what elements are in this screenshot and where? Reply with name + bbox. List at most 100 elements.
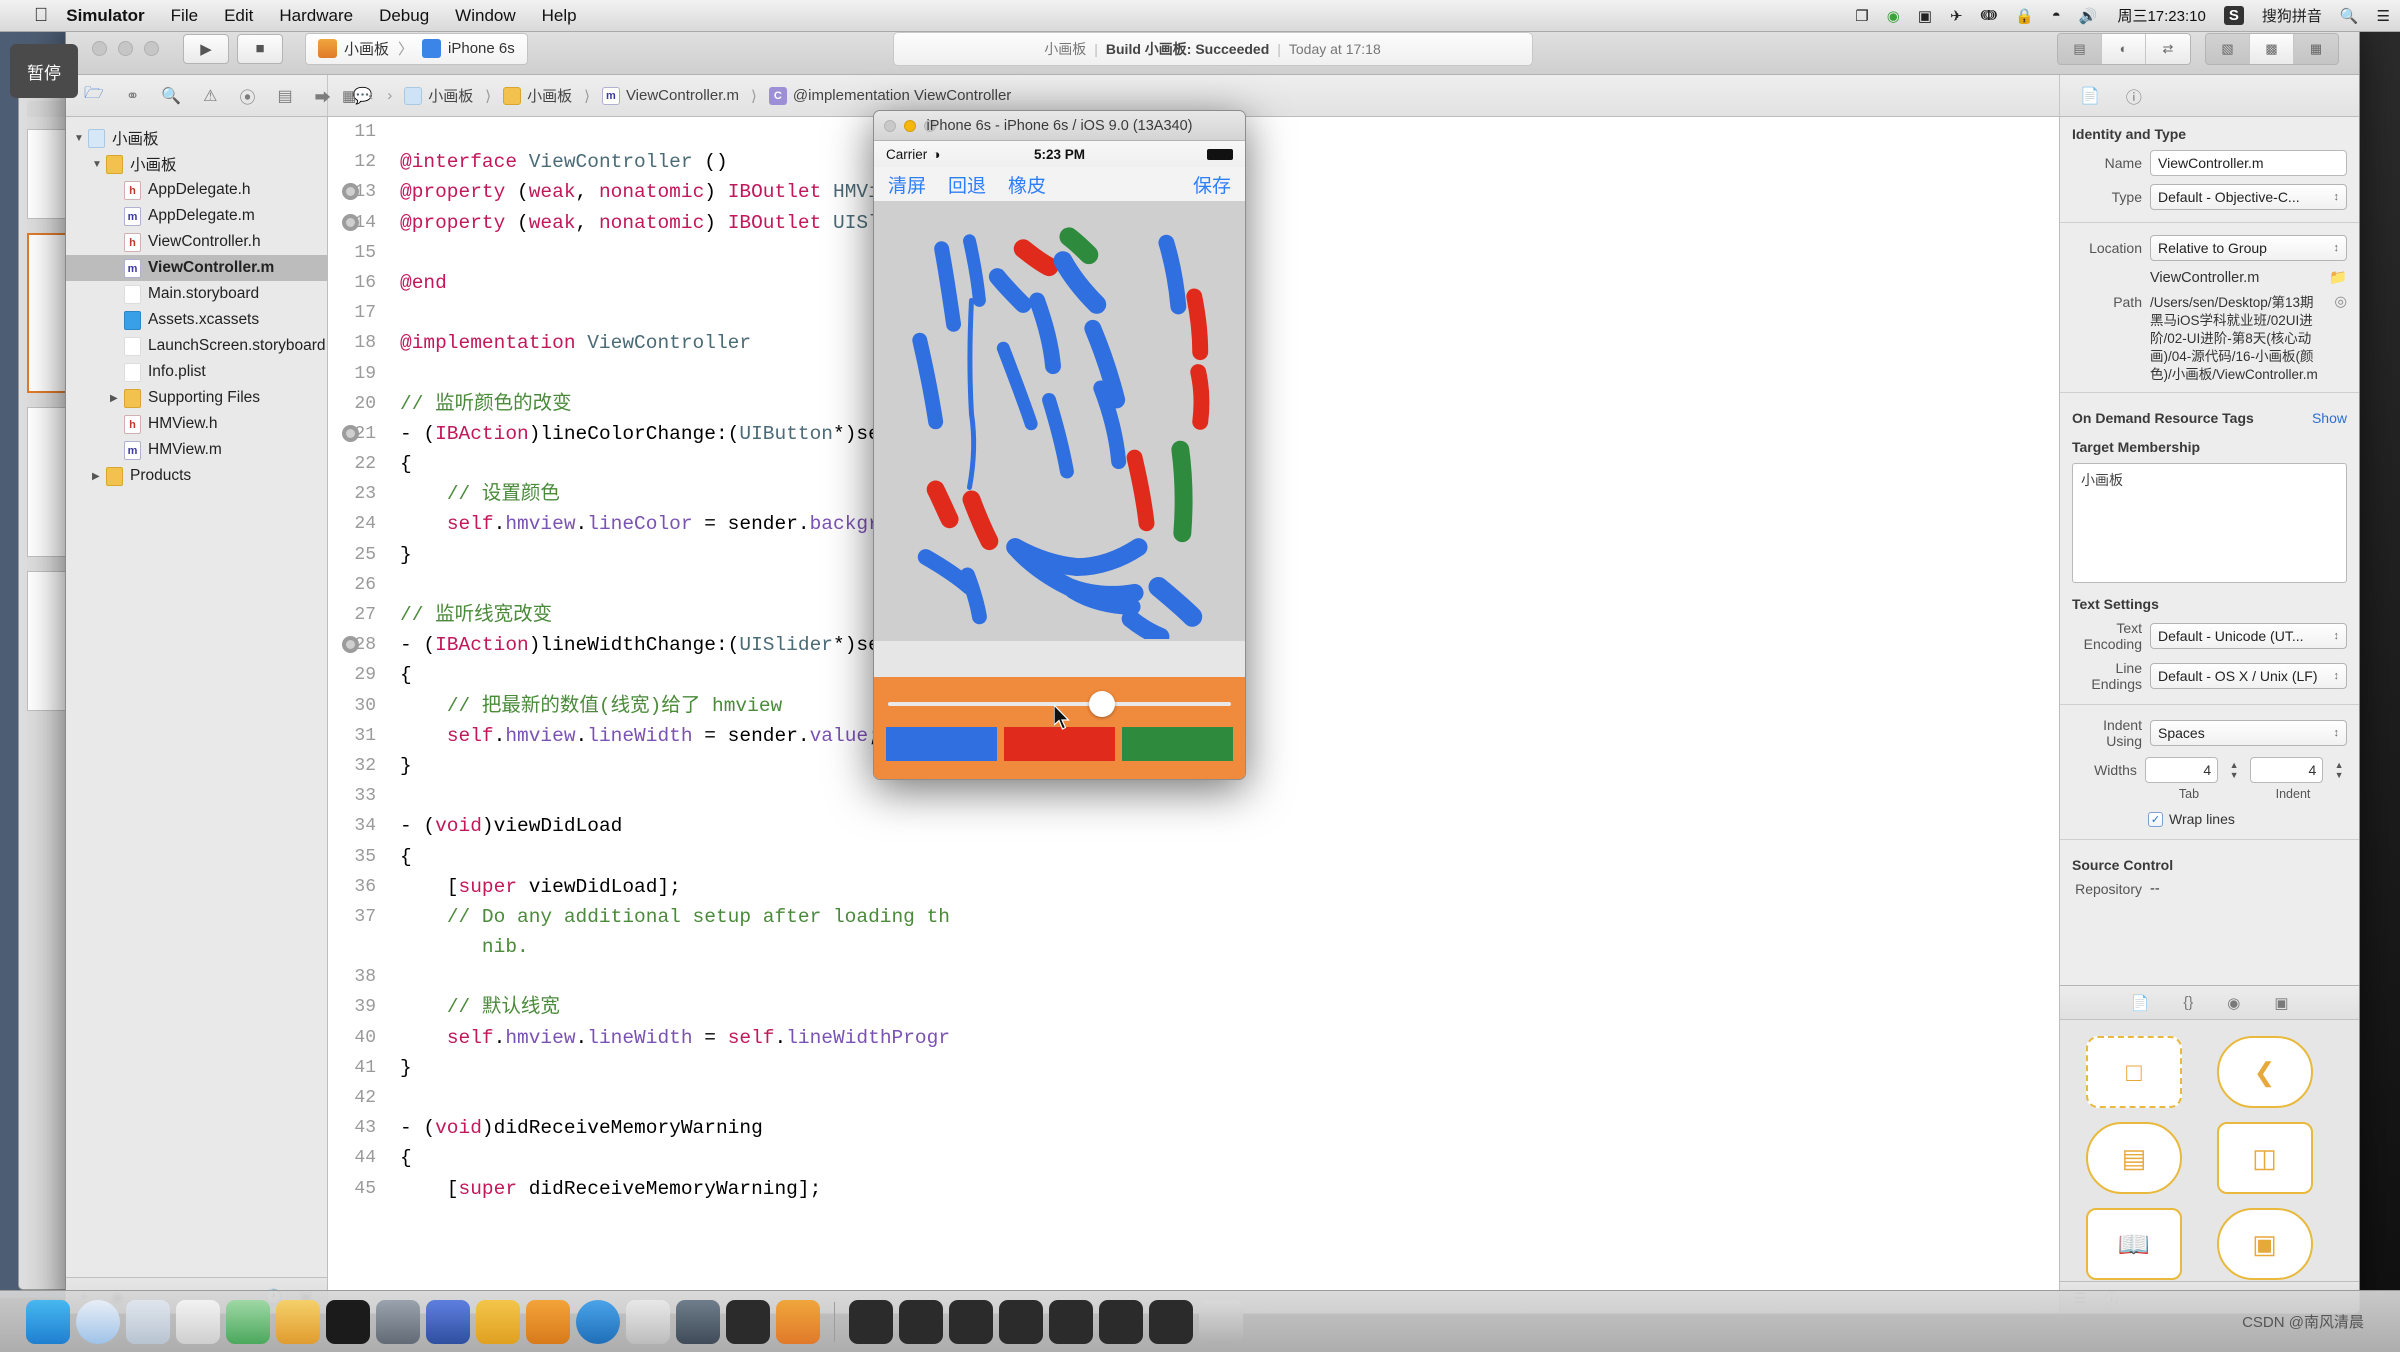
record-green-icon[interactable]: ◉ <box>1887 7 1900 25</box>
screen-7-icon[interactable] <box>1149 1299 1193 1344</box>
code-line[interactable]: 39 // 默认线宽 <box>328 992 2059 1022</box>
code-line-text[interactable]: @implementation ViewController <box>390 328 751 358</box>
code-line-text[interactable]: // 监听颜色的改变 <box>390 389 572 419</box>
code-line-text[interactable]: @end <box>390 268 447 298</box>
code-line[interactable]: 42 <box>328 1083 2059 1113</box>
file-inspector-panel[interactable]: Identity and Type Name ViewController.m … <box>2059 117 2359 1313</box>
code-line-text[interactable]: self.hmview.lineColor = sender.backgroun… <box>390 509 950 539</box>
safari-icon[interactable] <box>76 1299 120 1344</box>
lock-icon[interactable]: 🔒 <box>2015 7 2034 25</box>
screen-3-icon[interactable] <box>949 1299 993 1344</box>
mac-dock[interactable]: CSDN @南风清晨 <box>0 1290 2400 1352</box>
breadcrumb-project[interactable]: 小画板 <box>404 85 473 106</box>
pause-overlay-badge[interactable]: 暂停 <box>10 44 78 98</box>
breadcrumb-symbol[interactable]: C @implementation ViewController <box>768 86 1011 105</box>
file-name-row[interactable]: Name ViewController.m <box>2060 146 2359 180</box>
code-line-text[interactable]: - (IBAction)lineColorChange:(UIButton*)s… <box>390 419 927 449</box>
display-icon[interactable] <box>726 1299 770 1344</box>
trash-icon[interactable] <box>1199 1299 1243 1344</box>
slider-knob[interactable] <box>1088 691 1115 717</box>
input-method-badge[interactable]: S <box>2223 6 2244 25</box>
network-icon[interactable] <box>676 1299 720 1344</box>
ios-app-toolbar[interactable]: 清屏 回退 橡皮 保存 <box>874 167 1245 201</box>
code-line-text[interactable]: self.hmview.lineWidth = sender.value; <box>390 721 880 751</box>
line-endings-row[interactable]: Line Endings Default - OS X / Unix (LF) … <box>2060 656 2359 696</box>
disclosure-open-icon[interactable]: ▼ <box>92 159 106 170</box>
file-tree-item[interactable]: LaunchScreen.storyboard <box>66 333 327 359</box>
project-navigator[interactable]: ▼ 小画板 ▼ 小画板 h AppDelegate.h m AppDelegate.m h Vie… <box>66 117 328 1313</box>
screen-1-icon[interactable] <box>849 1299 893 1344</box>
zoom-button[interactable] <box>144 41 159 56</box>
form-icon[interactable]: ◫ <box>2216 1122 2313 1194</box>
code-line-text[interactable]: - (void)viewDidLoad <box>390 811 622 841</box>
simulator-icon[interactable] <box>776 1299 820 1344</box>
file-tree-item[interactable]: Main.storyboard <box>66 281 327 307</box>
notes-icon[interactable] <box>226 1299 270 1344</box>
mac-menu-bar[interactable]:  Simulator File Edit Hardware Debug Win… <box>0 0 2400 32</box>
indent-width-stepper[interactable]: ▲ ▼ <box>2331 757 2347 783</box>
code-line-text[interactable]: } <box>390 751 412 781</box>
panel-icon[interactable]: ▣ <box>2216 1208 2313 1280</box>
file-location-row[interactable]: Location Relative to Group ↕ <box>2060 231 2359 265</box>
code-line-text[interactable]: self.hmview.lineWidth = self.lineWidthPr… <box>390 1023 950 1053</box>
file-tree-item[interactable]: Info.plist <box>66 359 327 385</box>
blue-swatch[interactable] <box>886 727 997 761</box>
ios-simulator-window[interactable]: iPhone 6s - iPhone 6s / iOS 9.0 (13A340)… <box>873 110 1246 780</box>
code-line[interactable]: 36 [super viewDidLoad]; <box>328 872 2059 902</box>
clear-screen-button[interactable]: 清屏 <box>888 171 926 198</box>
library-panel[interactable]: 📄 {} ◉ ▣ □ ❮ ▤ ◫ 📖 ▣ ◯ ☰ ⓘ <box>2060 985 2359 1313</box>
pages-icon[interactable] <box>526 1299 570 1344</box>
code-line-text[interactable]: @property (weak, nonatomic) IBOutlet HMV… <box>390 177 950 207</box>
inspector-tab-bar[interactable]: 📄 ⓘ <box>2059 75 2359 116</box>
library-item-grid[interactable]: □ ❮ ▤ ◫ 📖 ▣ ◯ <box>2060 1020 2359 1313</box>
wifi-icon[interactable]: ◓ <box>2052 7 2061 24</box>
toggle-debug-icon[interactable]: ▩ <box>2250 33 2294 64</box>
file-tree-item[interactable]: m ViewController.m <box>66 255 327 281</box>
editor-mode-segment[interactable]: ▤ ◐ ⇄ <box>2057 32 2191 65</box>
simulator-title-bar[interactable]: iPhone 6s - iPhone 6s / iOS 9.0 (13A340) <box>874 111 1245 141</box>
xcode-icon[interactable] <box>426 1299 470 1344</box>
launchpad-icon[interactable] <box>126 1299 170 1344</box>
screen-5-icon[interactable] <box>1049 1299 1093 1344</box>
code-line-text[interactable]: - (void)didReceiveMemoryWarning <box>390 1113 763 1143</box>
target-membership-list[interactable]: 小画板 <box>2072 463 2347 583</box>
eraser-button[interactable]: 橡皮 <box>1008 171 1046 198</box>
encoding-select[interactable]: Default - Unicode (UT... ↕ <box>2150 623 2347 649</box>
menu-clock[interactable]: 周三17:23:10 <box>2117 5 2205 26</box>
project-file-tree[interactable]: ▼ 小画板 ▼ 小画板 h AppDelegate.h m AppDelegate.m h Vie… <box>66 117 327 497</box>
window-traffic-lights[interactable] <box>92 41 159 56</box>
menu-item-help[interactable]: Help <box>542 6 577 26</box>
input-method-label[interactable]: 搜狗拼音 <box>2262 5 2322 26</box>
red-swatch[interactable] <box>1004 727 1115 761</box>
standard-editor-icon[interactable]: ▤ <box>2058 33 2102 64</box>
file-type-select[interactable]: Default - Objective-C... ↕ <box>2150 184 2347 210</box>
dashed-square-icon[interactable]: □ <box>2086 1036 2182 1108</box>
code-line[interactable]: 40 self.hmview.lineWidth = self.lineWidt… <box>328 1023 2059 1053</box>
file-type-row[interactable]: Type Default - Objective-C... ↕ <box>2060 180 2359 214</box>
control-center-icon[interactable]: ☰ <box>2377 7 2390 25</box>
code-line[interactable]: 38 <box>328 962 2059 992</box>
menu-item-debug[interactable]: Debug <box>379 6 429 26</box>
code-line-text[interactable]: { <box>390 449 412 479</box>
code-line[interactable]: 35 { <box>328 842 2059 872</box>
apple-icon[interactable]:  <box>34 6 48 25</box>
code-line-text[interactable]: // 默认线宽 <box>390 992 560 1022</box>
indent-using-select[interactable]: Spaces ↕ <box>2150 720 2347 746</box>
volume-icon[interactable]: 🔊 <box>2079 7 2098 25</box>
screen-4-icon[interactable] <box>999 1299 1043 1344</box>
breadcrumb-group[interactable]: 小画板 <box>503 85 572 106</box>
view-toggle-segment[interactable]: ▧ ▩ ▦ <box>2205 32 2339 65</box>
settings-icon[interactable] <box>376 1299 420 1344</box>
file-tree-item[interactable]: ▼ 小画板 <box>66 151 327 177</box>
file-tree-item[interactable]: h ViewController.h <box>66 229 327 255</box>
photos-icon[interactable] <box>276 1299 320 1344</box>
object-library-icon[interactable]: ◉ <box>2227 994 2240 1012</box>
code-line[interactable]: nib. <box>328 932 2059 962</box>
code-line-text[interactable]: [super viewDidLoad]; <box>390 872 681 902</box>
file-tree-item[interactable]: h HMView.h <box>66 411 327 437</box>
code-line-text[interactable]: } <box>390 1053 412 1083</box>
file-inspector-icon[interactable]: 📄 <box>2080 86 2100 106</box>
screen-6-icon[interactable] <box>1099 1299 1143 1344</box>
undo-button[interactable]: 回退 <box>948 171 986 198</box>
airplay-icon[interactable]: ❐ <box>1855 7 1868 25</box>
